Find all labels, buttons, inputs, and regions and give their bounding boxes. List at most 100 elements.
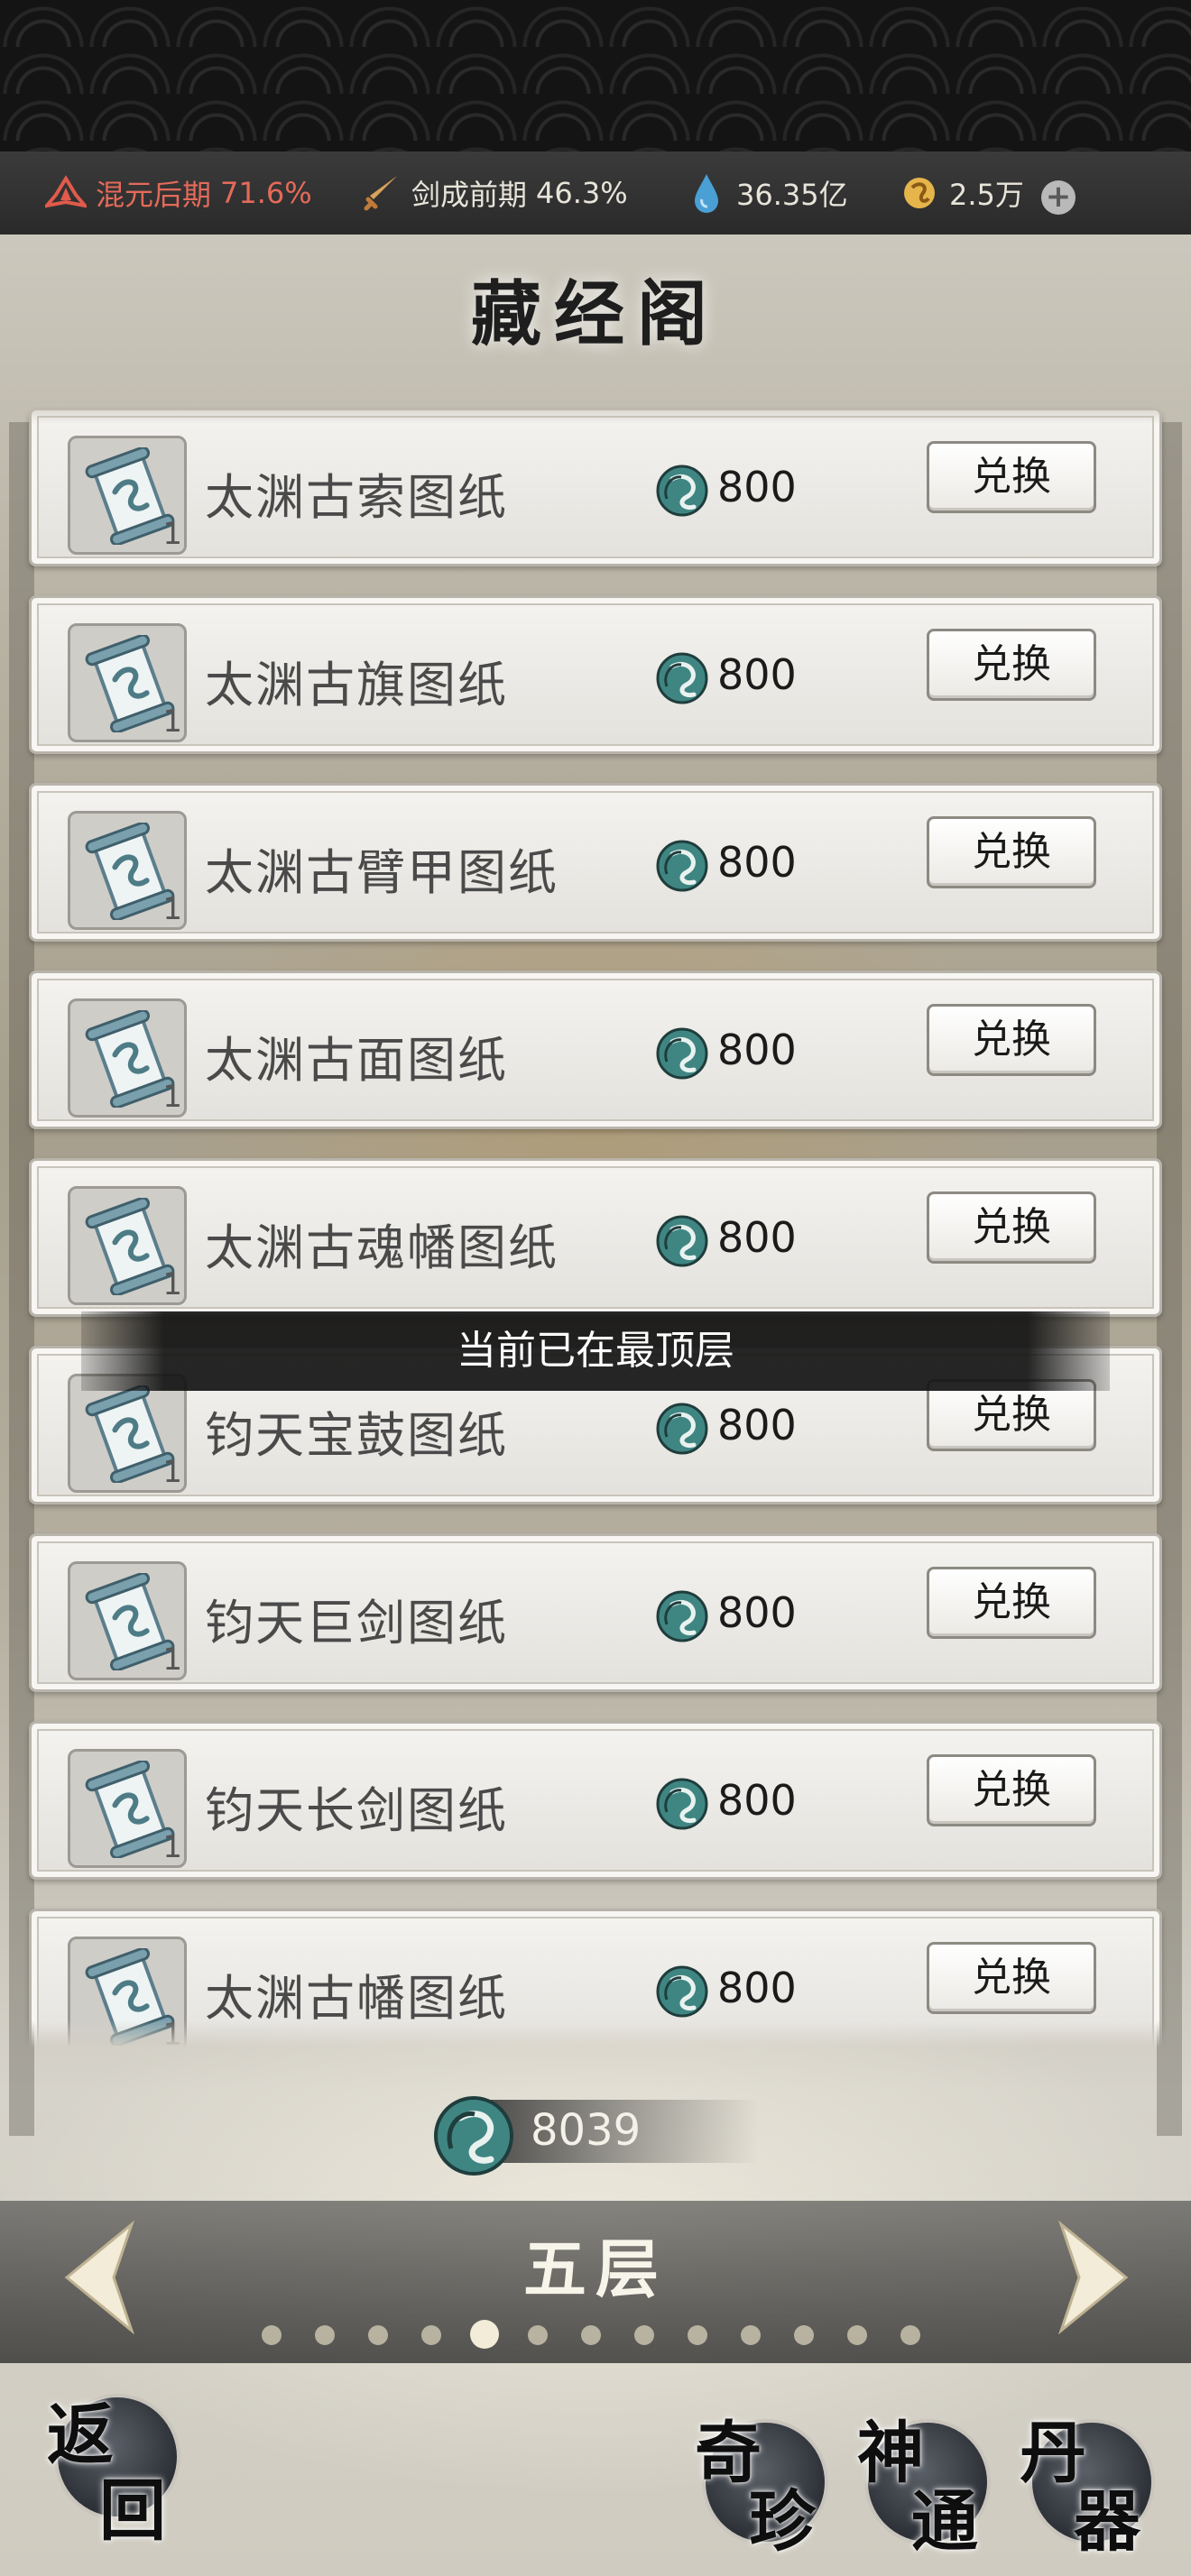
spirit-currency-icon: [654, 1026, 710, 1085]
item-price: 800: [717, 1588, 797, 1637]
item-card: 1 太渊古魂幡图纸 800 兑换: [29, 1158, 1162, 1317]
page-dot[interactable]: [847, 2325, 867, 2345]
exchange-button[interactable]: 兑换: [927, 1567, 1096, 1639]
realm-lotus-icon: [45, 172, 87, 214]
spirit-currency-icon: [434, 2096, 513, 2176]
blueprint-scroll-icon[interactable]: 1: [68, 436, 187, 555]
exchange-button[interactable]: 兑换: [927, 441, 1096, 513]
blueprint-scroll-icon[interactable]: 1: [68, 1186, 187, 1305]
exchange-button[interactable]: 兑换: [927, 1191, 1096, 1264]
item-price: 800: [717, 1026, 797, 1074]
item-card: 1 太渊古索图纸 800 兑换: [29, 408, 1162, 566]
item-count: 1: [162, 1642, 182, 1678]
spirit-currency-icon: [654, 650, 710, 710]
item-card: 1 太渊古臂甲图纸 800 兑换: [29, 783, 1162, 942]
top-decorative-pattern: [0, 0, 1191, 152]
item-card: 1 钧天长剑图纸 800 兑换: [29, 1721, 1162, 1880]
realm-2-percent: 46.3%: [536, 176, 628, 210]
item-count: 1: [162, 1454, 182, 1490]
blueprint-scroll-icon[interactable]: 1: [68, 623, 187, 742]
item-price: 800: [717, 1213, 797, 1262]
page-dot[interactable]: [741, 2325, 761, 2345]
page-dot[interactable]: [262, 2325, 282, 2345]
spirit-currency-icon: [654, 463, 710, 522]
realm-2-label: 剑成前期: [411, 178, 528, 212]
page-title: 藏经阁: [470, 273, 720, 355]
page-dot[interactable]: [421, 2325, 441, 2345]
back-char-2: 回: [99, 2472, 166, 2550]
item-name: 太渊古索图纸: [205, 469, 508, 526]
spirit-stone-resource: 36.35亿: [686, 152, 848, 235]
realm-status-2: 剑成前期 46.3%: [361, 152, 628, 235]
item-count: 1: [162, 1829, 182, 1865]
sword-icon: [361, 172, 402, 214]
currency-total-value: 8039: [531, 2105, 642, 2156]
page-dot[interactable]: [634, 2325, 654, 2345]
item-name: 钧天长剑图纸: [205, 1782, 508, 1839]
blueprint-scroll-icon[interactable]: 1: [68, 998, 187, 1118]
toast-message: 当前已在最顶层: [81, 1311, 1110, 1391]
spirit-currency-icon: [654, 1964, 710, 2023]
exchange-button[interactable]: 兑换: [927, 1754, 1096, 1826]
blueprint-scroll-icon[interactable]: 1: [68, 1937, 187, 2047]
item-name: 太渊古旗图纸: [205, 657, 508, 713]
item-count: 1: [162, 516, 182, 552]
item-count: 1: [162, 891, 182, 927]
item-count: 1: [162, 1079, 182, 1115]
page-dot[interactable]: [688, 2325, 707, 2345]
exchange-button[interactable]: 兑换: [927, 629, 1096, 701]
item-name: 太渊古幡图纸: [205, 1970, 508, 2027]
floor-name: 五层: [523, 2231, 668, 2306]
gold-resource: 2.5万: [899, 152, 1024, 235]
blueprint-scroll-icon[interactable]: 1: [68, 1561, 187, 1680]
item-price: 800: [717, 650, 797, 699]
page-dot[interactable]: [528, 2325, 548, 2345]
danqi-char-2: 器: [1074, 2483, 1140, 2561]
item-price: 800: [717, 1776, 797, 1825]
page-dot[interactable]: [794, 2325, 814, 2345]
shentong-char-2: 通: [911, 2483, 978, 2561]
item-card: 1 太渊古面图纸 800 兑换: [29, 971, 1162, 1129]
blueprint-scroll-icon[interactable]: 1: [68, 811, 187, 930]
spirit-currency-icon: [654, 1401, 710, 1460]
spirit-currency-icon: [654, 838, 710, 897]
realm-1-percent: 71.6%: [220, 176, 312, 210]
spirit-currency-icon: [654, 1588, 710, 1648]
blueprint-scroll-icon[interactable]: 1: [68, 1374, 187, 1493]
currency-total: 8039: [424, 2091, 767, 2176]
add-resource-button[interactable]: +: [1041, 180, 1076, 215]
item-card: 1 太渊古幡图纸 800 兑换: [29, 1909, 1162, 2047]
page-dot[interactable]: [581, 2325, 601, 2345]
item-price: 800: [717, 1964, 797, 2012]
item-name: 钧天巨剑图纸: [205, 1595, 508, 1651]
item-name: 太渊古臂甲图纸: [205, 844, 559, 901]
blueprint-scroll-icon[interactable]: 1: [68, 1749, 187, 1868]
page-dot-active[interactable]: [470, 2320, 499, 2349]
spirit-currency-icon: [654, 1776, 710, 1835]
water-drop-icon: [686, 172, 727, 214]
item-card: 1 太渊古旗图纸 800 兑换: [29, 595, 1162, 754]
exchange-item-list[interactable]: 1 太渊古索图纸 800 兑换 1 太渊古旗图纸 800 兑换 1 太渊古臂甲图纸 800 兑换 1 太渊…: [0, 397, 1191, 2047]
item-price: 800: [717, 838, 797, 887]
gold-value: 2.5万: [949, 178, 1024, 212]
page-dot[interactable]: [315, 2325, 335, 2345]
page-dot[interactable]: [368, 2325, 388, 2345]
item-name: 太渊古面图纸: [205, 1032, 508, 1089]
next-floor-arrow-icon[interactable]: [1052, 2219, 1133, 2336]
item-count: 1: [162, 704, 182, 740]
exchange-button[interactable]: 兑换: [927, 1004, 1096, 1076]
exchange-button[interactable]: 兑换: [927, 816, 1096, 888]
item-price: 800: [717, 1401, 797, 1449]
exchange-button[interactable]: 兑换: [927, 1942, 1096, 2014]
page-dot[interactable]: [900, 2325, 920, 2345]
spirit-currency-icon: [654, 1213, 710, 1273]
item-card: 1 钧天巨剑图纸 800 兑换: [29, 1533, 1162, 1692]
item-count: 1: [162, 2017, 182, 2047]
realm-1-label: 混元后期: [96, 178, 212, 212]
item-name: 钧天宝鼓图纸: [205, 1407, 508, 1464]
gold-coin-icon: [899, 172, 940, 214]
item-price: 800: [717, 463, 797, 511]
qizhen-char-2: 珍: [749, 2483, 816, 2561]
item-name: 太渊古魂幡图纸: [205, 1219, 559, 1276]
item-count: 1: [162, 1266, 182, 1302]
